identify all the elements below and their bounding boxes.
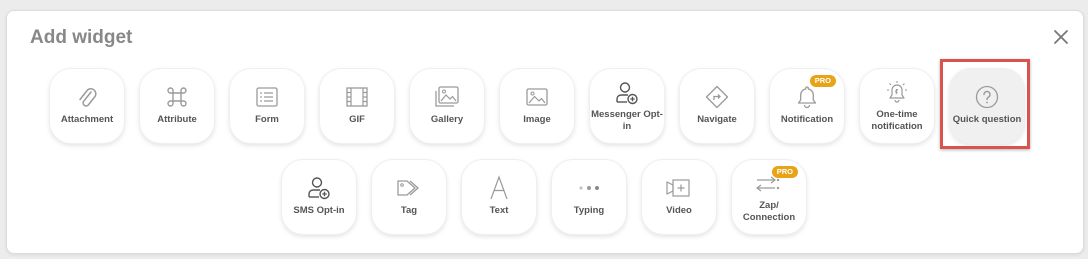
- widget-row-1: Attachment Attribute Form GIF Gallery Im…: [0, 59, 1075, 149]
- tag-icon: [394, 175, 424, 201]
- widget-label: Typing: [573, 205, 605, 216]
- widget-label: Gallery: [430, 114, 464, 125]
- typing-dots-icon: [574, 175, 604, 201]
- widget-attachment[interactable]: Attachment: [49, 68, 125, 144]
- form-list-icon: [252, 84, 282, 110]
- widget-label: SMS Opt-in: [293, 205, 345, 216]
- add-widget-dialog: Add widget Attachment Attribute Form GIF…: [6, 10, 1084, 254]
- widget-label: Attribute: [157, 114, 197, 125]
- question-circle-icon: [972, 84, 1002, 110]
- widget-label: One-time notification: [871, 109, 923, 132]
- pro-badge: PRO: [771, 166, 798, 178]
- widget-label: Form: [255, 114, 279, 125]
- widget-label: Tag: [400, 205, 418, 216]
- widget-quick-question[interactable]: Quick question: [940, 59, 1030, 149]
- widget-sms-opt-in[interactable]: SMS Opt-in: [281, 159, 357, 235]
- widget-row-2: SMS Opt-in Tag Text Typing Video PRO Zap…: [6, 159, 1082, 235]
- text-a-icon: [484, 175, 514, 201]
- dialog-title: Add widget: [30, 27, 133, 48]
- widget-notification[interactable]: PRO Notification: [769, 68, 845, 144]
- gallery-icon: [432, 84, 462, 110]
- widget-one-time-notification[interactable]: One-time notification: [859, 68, 935, 144]
- widget-typing[interactable]: Typing: [551, 159, 627, 235]
- widget-tag[interactable]: Tag: [371, 159, 447, 235]
- paperclip-icon: [72, 84, 102, 110]
- bell-icon: [792, 84, 822, 110]
- widget-label: Image: [523, 114, 551, 125]
- widget-navigate[interactable]: Navigate: [679, 68, 755, 144]
- widget-image[interactable]: Image: [499, 68, 575, 144]
- alert-bell-icon: [882, 80, 912, 106]
- close-icon[interactable]: [1051, 27, 1071, 47]
- widget-attribute[interactable]: Attribute: [139, 68, 215, 144]
- widget-label: GIF: [349, 114, 365, 125]
- user-add-icon: [304, 175, 334, 201]
- widget-gif[interactable]: GIF: [319, 68, 395, 144]
- film-icon: [342, 84, 372, 110]
- image-icon: [522, 84, 552, 110]
- widget-messenger-opt-in[interactable]: Messenger Opt-in: [589, 68, 665, 144]
- user-add-icon: [612, 80, 642, 106]
- widget-label: Video: [666, 205, 692, 216]
- widget-label: Zap/ Connection: [742, 200, 796, 223]
- widget-label: Navigate: [697, 114, 737, 125]
- command-icon: [162, 84, 192, 110]
- widget-label: Quick question: [952, 114, 1022, 125]
- widget-label: Text: [489, 205, 509, 216]
- video-add-icon: [664, 175, 694, 201]
- widget-label: Notification: [780, 114, 834, 125]
- widget-label: Messenger Opt-in: [591, 109, 663, 132]
- pro-badge: PRO: [809, 75, 836, 87]
- navigate-icon: [702, 84, 732, 110]
- widget-video[interactable]: Video: [641, 159, 717, 235]
- widget-text[interactable]: Text: [461, 159, 537, 235]
- widget-gallery[interactable]: Gallery: [409, 68, 485, 144]
- widget-zap-connection[interactable]: PRO Zap/ Connection: [731, 159, 807, 235]
- widget-label: Attachment: [60, 114, 114, 125]
- widget-form[interactable]: Form: [229, 68, 305, 144]
